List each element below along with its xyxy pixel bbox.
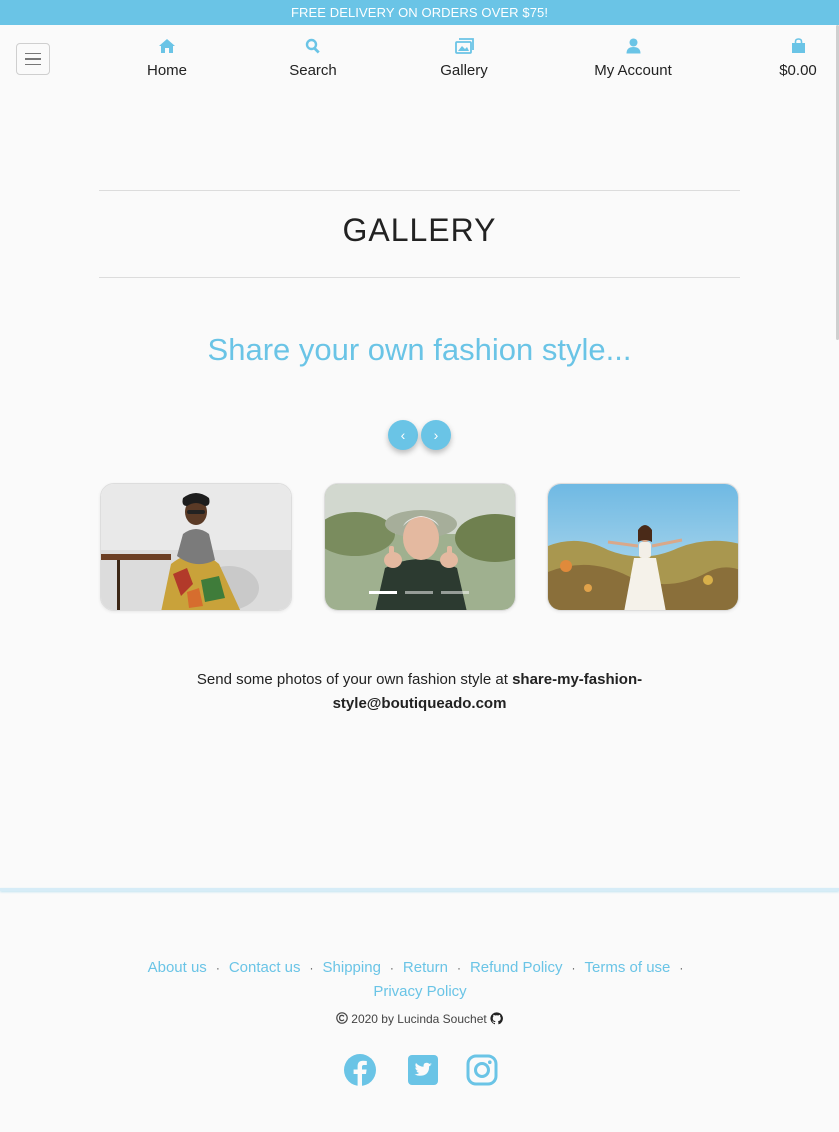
menu-toggle-button[interactable] — [16, 43, 50, 75]
carousel-indicator-3[interactable] — [441, 591, 469, 594]
send-photos-text: Send some photos of your own fashion sty… — [180, 668, 659, 716]
carousel-indicator-1[interactable] — [369, 591, 397, 594]
nav-search-label: Search — [289, 62, 337, 79]
footer-separator: · — [309, 961, 314, 975]
footer-separator: · — [456, 961, 461, 975]
carousel-next-button[interactable]: › — [421, 420, 451, 450]
hamburger-line — [25, 52, 41, 55]
hamburger-line — [25, 58, 41, 60]
shopping-bag-icon — [775, 38, 821, 58]
footer-separator: · — [679, 961, 684, 975]
carousel-indicator-2[interactable] — [405, 591, 433, 594]
nav-my-account[interactable]: My Account — [589, 38, 677, 79]
copyright-icon — [336, 1012, 351, 1026]
footer-link-shipping[interactable]: Shipping — [323, 959, 381, 976]
nav-gallery[interactable]: Gallery — [436, 38, 492, 79]
instagram-icon — [466, 1054, 498, 1086]
hamburger-line — [25, 63, 41, 66]
gallery-photo-1[interactable] — [100, 483, 292, 611]
carousel-prev-button[interactable]: ‹ — [388, 420, 418, 450]
gallery-icon — [436, 38, 492, 58]
footer-separator: · — [571, 961, 576, 975]
footer-link-refund-policy[interactable]: Refund Policy — [470, 959, 563, 976]
bag-total: $0.00 — [779, 62, 817, 79]
footer-separator: · — [215, 961, 220, 975]
photo-woman-in-floral-dress — [101, 484, 291, 610]
footer-link-about-us[interactable]: About us — [148, 959, 207, 976]
github-icon[interactable] — [490, 1012, 503, 1026]
carousel-indicators — [369, 591, 469, 594]
chevron-right-icon: › — [433, 427, 439, 443]
photo-woman-in-field — [548, 484, 738, 610]
banner-text: FREE DELIVERY ON ORDERS OVER $75! — [290, 5, 549, 20]
nav-account-label: My Account — [594, 62, 672, 79]
footer-links: About us · Contact us · Shipping · Return · Refu… — [120, 956, 720, 1004]
twitter-icon — [408, 1055, 438, 1085]
send-photos-prefix: Send some photos of your own fashion sty… — [196, 671, 513, 688]
instagram-link[interactable] — [465, 1053, 499, 1087]
home-icon — [141, 38, 193, 58]
footer-divider — [0, 888, 839, 891]
footer-link-return[interactable]: Return — [403, 959, 448, 976]
page-title: GALLERY — [342, 212, 497, 248]
copyright-text: 2020 by Lucinda Souchet — [351, 1012, 487, 1026]
copyright: 2020 by Lucinda Souchet — [0, 1012, 839, 1026]
nav-home-label: Home — [146, 62, 187, 79]
footer-separator: · — [389, 961, 394, 975]
facebook-icon — [344, 1054, 376, 1087]
title-divider-bottom — [99, 277, 740, 278]
title-divider-top — [99, 190, 740, 191]
nav-gallery-label: Gallery — [440, 62, 488, 79]
facebook-link[interactable] — [343, 1053, 377, 1087]
tagline: Share your own fashion style... — [207, 332, 632, 367]
footer-link-privacy-policy[interactable]: Privacy Policy — [373, 983, 466, 1000]
nav-search[interactable]: Search — [287, 38, 339, 79]
search-icon — [287, 38, 339, 58]
nav-home[interactable]: Home — [141, 38, 193, 79]
chevron-left-icon: ‹ — [400, 427, 406, 443]
user-icon — [589, 38, 677, 58]
nav-shopping-bag[interactable]: $0.00 — [775, 38, 821, 79]
free-delivery-banner: FREE DELIVERY ON ORDERS OVER $75! — [0, 0, 839, 25]
gallery-photo-3[interactable] — [547, 483, 739, 611]
footer-link-contact-us[interactable]: Contact us — [229, 959, 301, 976]
footer-link-terms-of-use[interactable]: Terms of use — [585, 959, 671, 976]
twitter-link[interactable] — [406, 1053, 440, 1087]
